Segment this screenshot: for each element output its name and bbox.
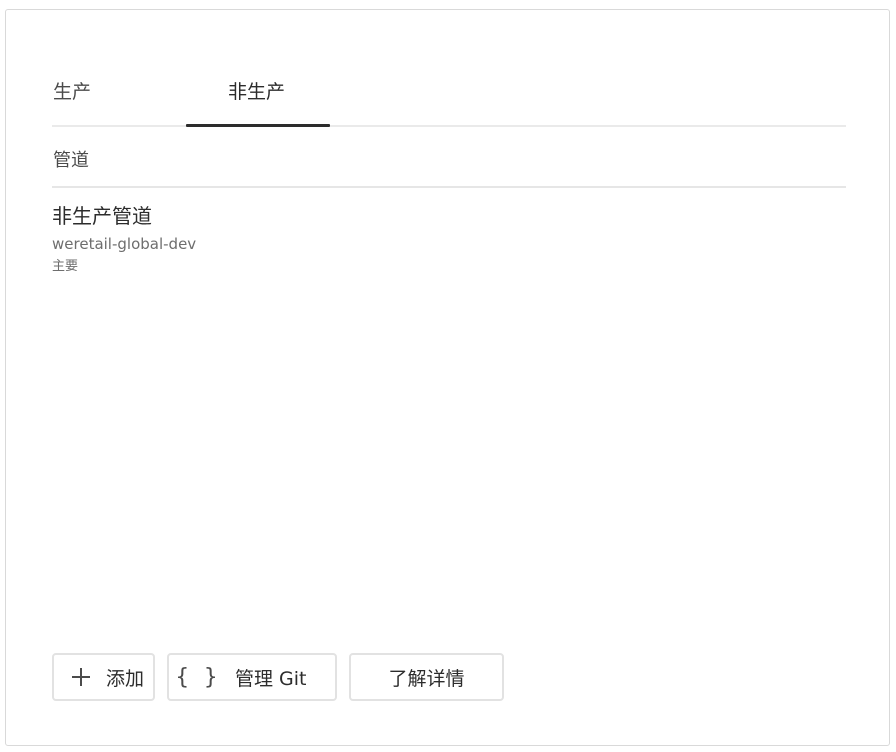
learn-more-button-label: 了解详情 <box>388 667 465 690</box>
add-button-label: 添加 <box>106 667 145 690</box>
pipeline-branch: 主要 <box>52 259 79 274</box>
manage-git-button[interactable]: { } 管理 Git <box>167 653 337 701</box>
learn-more-button[interactable]: 了解详情 <box>349 653 504 701</box>
tab-production[interactable]: 生产 <box>53 80 91 104</box>
pipeline-repository: weretail-global-dev <box>52 235 197 253</box>
tab-non-production[interactable]: 非生产 <box>228 80 285 104</box>
pipeline-name[interactable]: 非生产管道 <box>52 203 452 229</box>
pipeline-item[interactable]: 非生产管道 weretail-global-dev 主要 <box>52 203 452 276</box>
manage-git-button-label: 管理 Git <box>235 667 307 690</box>
environment-tabs: 生产 非生产 <box>52 70 846 127</box>
plus-icon <box>70 666 92 688</box>
active-tab-indicator <box>186 124 330 127</box>
section-title: 管道 <box>53 150 89 171</box>
braces-icon: { } <box>175 664 219 690</box>
pipelines-section-header: 管道 <box>52 149 846 188</box>
add-button[interactable]: 添加 <box>52 653 155 701</box>
